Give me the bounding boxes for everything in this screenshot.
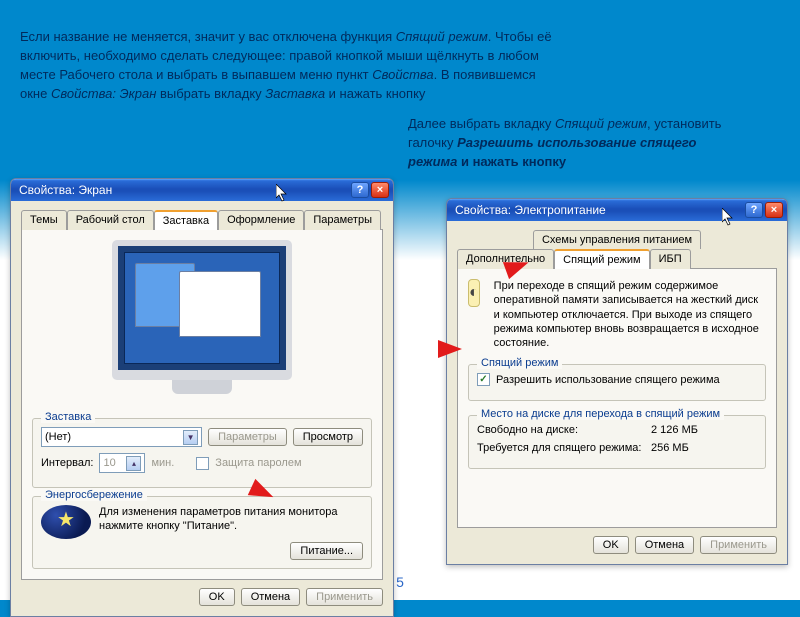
energy-star-icon [41, 505, 91, 539]
screensaver-combo[interactable]: (Нет) ▼ [41, 427, 202, 447]
chevron-down-icon: ▼ [183, 430, 198, 445]
cancel-button[interactable]: Отмена [241, 588, 300, 606]
power-button[interactable]: Питание... [290, 542, 363, 560]
freespace-value: 2 126 МБ [651, 424, 698, 436]
help-button[interactable]: ? [351, 182, 369, 198]
close-button[interactable]: × [371, 182, 389, 198]
group-sleep-label: Спящий режим [477, 357, 562, 369]
interval-label: Интервал: [41, 457, 93, 469]
tab-appearance[interactable]: Оформление [218, 210, 304, 230]
instruction-left: Если название не меняется, значит у вас … [20, 28, 560, 103]
spinner-icon: ▴ [126, 456, 141, 471]
preview-button[interactable]: Просмотр [293, 428, 363, 446]
freespace-label: Свободно на диске: [477, 424, 647, 436]
interval-unit: мин. [151, 457, 174, 469]
window-title: Свойства: Экран [19, 183, 112, 197]
tab-settings[interactable]: Параметры [304, 210, 381, 230]
close-button[interactable]: × [765, 202, 783, 218]
cancel-button[interactable]: Отмена [635, 536, 694, 554]
window-power-properties: Свойства: Электропитание ? × Схемы управ… [446, 198, 788, 565]
help-button[interactable]: ? [745, 202, 763, 218]
params-button[interactable]: Параметры [208, 428, 287, 446]
password-checkbox[interactable] [196, 457, 209, 470]
hibernate-description: При переходе в спящий режим содержимое о… [494, 279, 766, 350]
power-options-icon: ◐ [468, 279, 480, 307]
window-display-properties: Свойства: Экран ? × Темы Рабочий стол За… [10, 178, 394, 617]
tab-desktop[interactable]: Рабочий стол [67, 210, 154, 230]
tab-power-schemes[interactable]: Схемы управления питанием [533, 230, 701, 249]
required-label: Требуется для спящего режима: [477, 442, 647, 454]
apply-button[interactable]: Применить [306, 588, 383, 606]
enable-hibernate-label: Разрешить использование спящего режима [496, 374, 720, 386]
tab-screensaver[interactable]: Заставка [154, 210, 218, 230]
group-disk-label: Место на диске для перехода в спящий реж… [477, 408, 724, 420]
password-label: Защита паролем [215, 457, 301, 469]
ok-button[interactable]: OK [199, 588, 235, 606]
power-text: Для изменения параметров питания монитор… [99, 505, 363, 534]
group-screensaver-label: Заставка [41, 411, 95, 423]
apply-button[interactable]: Применить [700, 536, 777, 554]
preview-monitor [87, 240, 317, 410]
tab-hibernate[interactable]: Спящий режим [554, 249, 649, 269]
page-number: 5 [396, 574, 404, 590]
instruction-right: Далее выбрать вкладку Спящий режим, уста… [408, 115, 748, 172]
tab-ups[interactable]: ИБП [650, 249, 691, 269]
ok-button[interactable]: OK [593, 536, 629, 554]
window-title: Свойства: Электропитание [455, 203, 606, 217]
enable-hibernate-checkbox[interactable]: ✓ [477, 373, 490, 386]
interval-input[interactable]: 10 ▴ [99, 453, 145, 473]
group-power-label: Энергосбережение [41, 489, 147, 501]
required-value: 256 МБ [651, 442, 689, 454]
tab-themes[interactable]: Темы [21, 210, 67, 230]
